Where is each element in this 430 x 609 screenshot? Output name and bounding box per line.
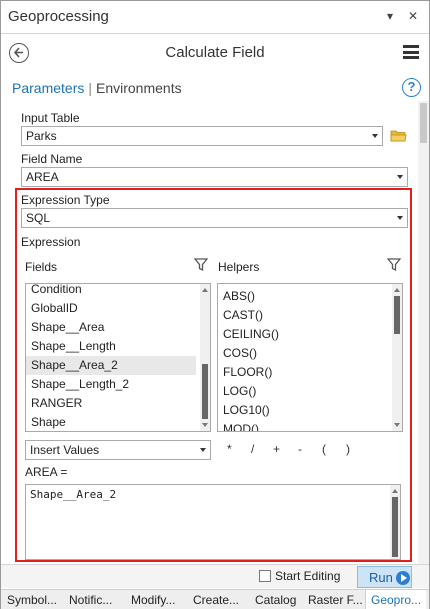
- tool-header: Calculate Field: [1, 35, 429, 73]
- expression-text: Shape__Area_2: [30, 488, 117, 501]
- run-button[interactable]: Run: [357, 566, 412, 588]
- insert-values-label: Insert Values: [30, 443, 100, 457]
- operator-minus[interactable]: -: [298, 442, 302, 456]
- tab-create[interactable]: Create...: [193, 593, 239, 607]
- expression-scrollbar[interactable]: [390, 485, 400, 559]
- field-item-shape-area-2[interactable]: Shape__Area_2: [26, 356, 196, 375]
- operator-multiply[interactable]: *: [227, 442, 232, 456]
- close-icon[interactable]: ✕: [404, 7, 422, 25]
- input-table-label: Input Table: [21, 111, 80, 125]
- expression-type-value: SQL: [26, 211, 51, 225]
- geoprocessing-pane: Geoprocessing ▾ ✕ Calculate Field Parame…: [0, 0, 430, 609]
- fields-scroll-thumb[interactable]: [202, 364, 208, 419]
- field-name-value: AREA: [26, 170, 59, 184]
- tab-modify[interactable]: Modify...: [131, 593, 175, 607]
- tab-notifications[interactable]: Notific...: [69, 593, 112, 607]
- fields-list[interactable]: Condition GlobalID Shape__Area Shape__Le…: [25, 283, 211, 432]
- tab-environments[interactable]: Environments: [96, 80, 182, 96]
- helper-item-cos[interactable]: COS(): [218, 344, 402, 363]
- operator-open-paren[interactable]: (: [322, 442, 326, 456]
- fields-label: Fields: [25, 260, 58, 274]
- field-item-globalid[interactable]: GlobalID: [26, 299, 210, 318]
- fields-filter-icon[interactable]: [194, 258, 208, 272]
- chevron-down-icon: [397, 175, 403, 179]
- tool-title: Calculate Field: [165, 44, 265, 61]
- expression-type-label: Expression Type: [21, 193, 110, 207]
- menu-icon[interactable]: [403, 45, 419, 59]
- tab-geoprocessing[interactable]: Geopro...: [365, 590, 427, 609]
- helper-item-ceiling[interactable]: CEILING(): [218, 325, 402, 344]
- tool-footer: Start Editing Run: [1, 564, 429, 588]
- input-table-dropdown[interactable]: Parks: [21, 126, 383, 146]
- run-label: Run: [369, 570, 393, 585]
- help-icon[interactable]: ?: [402, 78, 421, 97]
- bottom-pane-tabs: Symbol... Notific... Modify... Create...…: [1, 589, 429, 609]
- operator-divide[interactable]: /: [251, 442, 254, 456]
- expression-label: Expression: [21, 235, 81, 249]
- field-name-dropdown[interactable]: AREA: [21, 167, 408, 187]
- expression-editor[interactable]: Shape__Area_2: [25, 484, 401, 560]
- parameter-tabs: Parameters | Environments: [12, 80, 182, 98]
- scroll-up-icon[interactable]: [394, 288, 400, 292]
- helpers-scrollbar[interactable]: [392, 284, 402, 431]
- expression-scroll-thumb[interactable]: [392, 497, 398, 557]
- helper-item-floor[interactable]: FLOOR(): [218, 363, 402, 382]
- chevron-down-icon: [397, 216, 403, 220]
- start-editing-label[interactable]: Start Editing: [275, 569, 340, 583]
- pane-title: Geoprocessing: [8, 8, 109, 25]
- field-item-shape[interactable]: Shape: [26, 413, 210, 431]
- field-item-condition[interactable]: Condition: [26, 284, 210, 299]
- fields-scrollbar[interactable]: [200, 284, 210, 431]
- tab-symbology[interactable]: Symbol...: [7, 593, 57, 607]
- input-table-value: Parks: [26, 129, 57, 143]
- helper-item-cast[interactable]: CAST(): [218, 306, 402, 325]
- insert-values-dropdown[interactable]: Insert Values: [25, 440, 211, 460]
- chevron-down-icon: [200, 448, 206, 452]
- helper-item-mod[interactable]: MOD(): [218, 420, 402, 431]
- expression-type-dropdown[interactable]: SQL: [21, 208, 408, 228]
- field-item-shape-length-2[interactable]: Shape__Length_2: [26, 375, 210, 394]
- pane-scroll-thumb[interactable]: [420, 103, 427, 143]
- field-item-shape-area[interactable]: Shape__Area: [26, 318, 210, 337]
- helpers-list[interactable]: ABS() CAST() CEILING() COS() FLOOR() LOG…: [217, 283, 403, 432]
- scroll-up-icon[interactable]: [392, 489, 398, 493]
- helpers-scroll-thumb[interactable]: [394, 296, 400, 334]
- start-editing-checkbox[interactable]: [259, 570, 271, 582]
- field-item-ranger[interactable]: RANGER: [26, 394, 210, 413]
- operator-close-paren[interactable]: ): [346, 442, 350, 456]
- helpers-filter-icon[interactable]: [387, 258, 401, 272]
- scroll-down-icon[interactable]: [394, 423, 400, 427]
- tab-raster-functions[interactable]: Raster F...: [308, 593, 363, 607]
- scroll-down-icon[interactable]: [202, 423, 208, 427]
- field-name-label: Field Name: [21, 152, 83, 166]
- tab-separator: |: [88, 80, 92, 96]
- helper-item-log10[interactable]: LOG10(): [218, 401, 402, 420]
- folder-icon[interactable]: [390, 129, 407, 142]
- pane-title-bar: Geoprocessing ▾ ✕: [1, 1, 429, 34]
- field-item-shape-length[interactable]: Shape__Length: [26, 337, 210, 356]
- tab-catalog[interactable]: Catalog: [255, 593, 296, 607]
- chevron-down-icon: [372, 134, 378, 138]
- operator-plus[interactable]: +: [273, 442, 280, 456]
- play-icon: [396, 571, 410, 585]
- helper-item-abs[interactable]: ABS(): [218, 287, 402, 306]
- tab-parameters[interactable]: Parameters: [12, 80, 84, 96]
- scroll-up-icon[interactable]: [202, 288, 208, 292]
- pane-scrollbar[interactable]: [418, 101, 429, 564]
- pin-dropdown-icon[interactable]: ▾: [381, 7, 399, 25]
- expression-target-label: AREA =: [25, 465, 68, 479]
- helpers-label: Helpers: [218, 260, 260, 274]
- helper-item-log[interactable]: LOG(): [218, 382, 402, 401]
